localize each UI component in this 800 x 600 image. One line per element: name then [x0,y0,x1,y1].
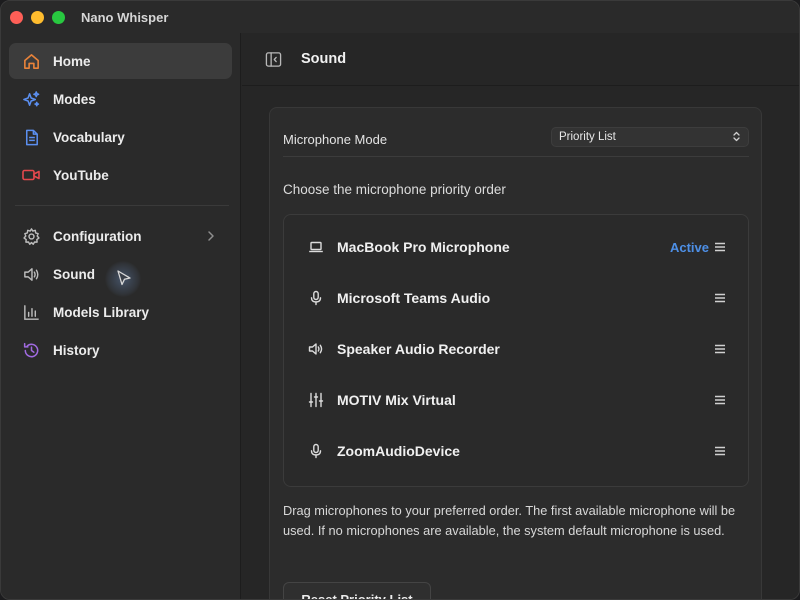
microphone-mode-label: Microphone Mode [283,132,388,147]
microphone-name: ZoomAudioDevice [337,443,460,459]
reset-priority-button[interactable]: Reset Priority List [283,582,431,599]
laptop-icon [308,239,324,255]
sidebar-item-label: Sound [53,266,95,282]
title-bar: Nano Whisper [1,1,799,33]
bar-chart-icon [21,302,41,322]
updown-chevron-icon [733,131,740,142]
drag-handle-icon[interactable] [714,446,726,456]
sidebar-divider [15,205,229,206]
speaker-icon [21,264,41,284]
page-title: Sound [301,51,347,67]
main-header: Sound [242,33,799,86]
sidebar-item-label: YouTube [53,167,109,183]
sound-settings-card: Microphone Mode Priority List Choose the… [269,107,762,599]
sidebar-item-history[interactable]: History [9,332,232,368]
microphone-name: Microsoft Teams Audio [337,290,491,306]
microphone-row[interactable]: Speaker Audio Recorder [284,329,750,369]
sidebar-item-youtube[interactable]: YouTube [9,157,232,193]
sidebar: Home Modes Vocabulary YouTube Configurat… [1,33,241,599]
history-icon [21,340,41,360]
sidebar-item-home[interactable]: Home [9,43,232,79]
microphone-name: Speaker Audio Recorder [337,341,500,357]
sidebar-item-label: Home [53,53,91,69]
app-window: Nano Whisper Home Modes Vocabulary YouTu… [0,0,800,600]
microphone-icon [308,443,324,459]
microphone-row[interactable]: MacBook Pro Microphone Active [284,227,750,267]
sliders-icon [308,392,324,408]
microphone-row[interactable]: ZoomAudioDevice [284,431,750,471]
drag-handle-icon[interactable] [714,344,726,354]
sidebar-item-label: Vocabulary [53,129,125,145]
mouse-pointer-icon [117,270,131,286]
active-status-badge: Active [669,239,709,255]
sidebar-item-label: Configuration [53,228,142,244]
document-icon [21,127,41,147]
microphone-mode-row: Microphone Mode Priority List [283,123,749,157]
priority-heading: Choose the microphone priority order [283,182,506,197]
sparkles-icon [21,89,41,109]
microphone-row[interactable]: MOTIV Mix Virtual [284,380,750,420]
microphone-name: MOTIV Mix Virtual [337,392,456,408]
main-content: Sound Microphone Mode Priority List Choo… [242,33,799,599]
microphone-icon [308,290,324,306]
minimize-window-button[interactable] [31,10,44,24]
priority-help-text: Drag microphones to your preferred order… [283,503,736,538]
zoom-window-button[interactable] [52,10,65,24]
drag-handle-icon[interactable] [714,242,726,252]
toggle-sidebar-icon[interactable] [264,50,282,68]
microphone-name: MacBook Pro Microphone [337,239,510,255]
sidebar-item-configuration[interactable]: Configuration [9,218,232,254]
chevron-right-icon [208,231,214,241]
sidebar-item-models-library[interactable]: Models Library [9,294,232,330]
home-icon [21,51,41,71]
sidebar-item-label: Models Library [53,304,150,320]
speaker-icon [308,341,324,357]
close-window-button[interactable] [10,10,23,24]
gear-icon [21,226,41,246]
microphone-row[interactable]: Microsoft Teams Audio [284,278,750,318]
microphone-priority-list: MacBook Pro Microphone Active Microsoft … [283,214,749,487]
sidebar-item-vocabulary[interactable]: Vocabulary [9,119,232,155]
window-controls [10,10,65,24]
drag-handle-icon[interactable] [714,293,726,303]
drag-handle-icon[interactable] [714,395,726,405]
sidebar-item-label: History [53,342,100,358]
sidebar-item-modes[interactable]: Modes [9,81,232,117]
microphone-mode-select[interactable]: Priority List [551,126,749,147]
video-icon [21,165,41,185]
sidebar-item-label: Modes [53,91,96,107]
app-title: Nano Whisper [81,9,169,25]
microphone-mode-value: Priority List [559,130,616,143]
